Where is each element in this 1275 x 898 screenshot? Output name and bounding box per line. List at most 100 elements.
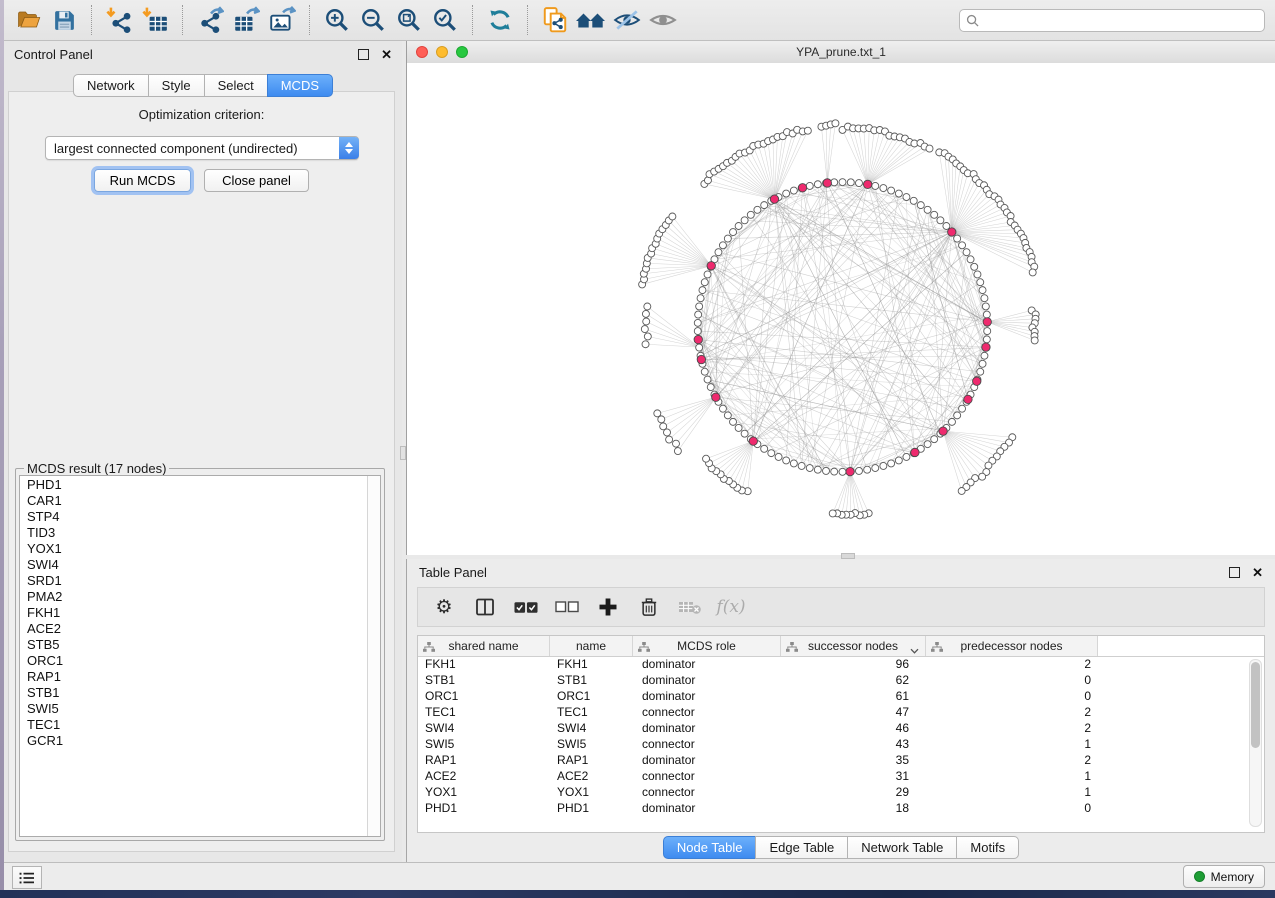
column-header-name[interactable]: name: [550, 636, 633, 656]
deselect-all-checkboxes-icon[interactable]: [555, 595, 579, 619]
mcds-result-item[interactable]: SRD1: [20, 573, 367, 589]
export-table-icon[interactable]: [228, 4, 264, 36]
table-cell: FKH1: [550, 656, 633, 672]
table-row[interactable]: ORC1ORC1dominator610: [418, 688, 1250, 704]
column-header-successor-nodes[interactable]: successor nodes: [781, 636, 926, 656]
column-header-mcds-role[interactable]: MCDS role: [633, 636, 781, 656]
table-options-gear-icon[interactable]: ⚙: [432, 595, 456, 619]
minimize-window-icon[interactable]: [436, 46, 448, 58]
zoom-out-icon[interactable]: [355, 4, 391, 36]
table-cell: 2: [926, 656, 1098, 672]
scrollbar-thumb[interactable]: [1251, 662, 1260, 748]
optimization-criterion-select[interactable]: largest connected component (undirected): [45, 136, 359, 160]
mcds-result-item[interactable]: YOX1: [20, 541, 367, 557]
mcds-result-item[interactable]: STB5: [20, 637, 367, 653]
zoom-selected-icon[interactable]: [427, 4, 463, 36]
shared-column-icon: [931, 641, 943, 655]
table-row[interactable]: RAP1RAP1dominator352: [418, 752, 1250, 768]
mcds-result-item[interactable]: PHD1: [20, 477, 367, 493]
mcds-result-item[interactable]: ACE2: [20, 621, 367, 637]
network-graph: [407, 63, 1275, 555]
table-cell: 2: [926, 720, 1098, 736]
hide-selected-icon[interactable]: [609, 4, 645, 36]
mcds-result-item[interactable]: FKH1: [20, 605, 367, 621]
table-cell: dominator: [633, 800, 781, 816]
tab-network-table[interactable]: Network Table: [847, 836, 957, 859]
tab-motifs[interactable]: Motifs: [956, 836, 1019, 859]
mcds-result-item[interactable]: STB1: [20, 685, 367, 701]
close-panel-button[interactable]: Close panel: [204, 169, 309, 192]
mcds-result-item[interactable]: ORC1: [20, 653, 367, 669]
table-cell: SWI4: [550, 720, 633, 736]
memory-button[interactable]: Memory: [1183, 865, 1265, 888]
tab-style[interactable]: Style: [148, 74, 205, 97]
maximize-window-icon[interactable]: [456, 46, 468, 58]
table-scrollbar[interactable]: [1249, 659, 1262, 827]
function-builder-icon-disabled: f(x): [719, 595, 743, 619]
table-cell: ACE2: [418, 768, 550, 784]
horizontal-splitter[interactable]: [406, 552, 1275, 559]
close-panel-icon[interactable]: ✕: [381, 48, 392, 61]
mcds-result-item[interactable]: GCR1: [20, 733, 367, 749]
open-session-icon[interactable]: [10, 4, 46, 36]
mcds-result-item[interactable]: RAP1: [20, 669, 367, 685]
network-from-selection-icon[interactable]: [537, 4, 573, 36]
mcds-result-item[interactable]: CAR1: [20, 493, 367, 509]
table-cell: YOX1: [418, 784, 550, 800]
table-row[interactable]: SWI5SWI5connector431: [418, 736, 1250, 752]
tab-mcds[interactable]: MCDS: [267, 74, 333, 97]
zoom-fit-icon[interactable]: [391, 4, 427, 36]
table-row[interactable]: TEC1TEC1connector472: [418, 704, 1250, 720]
table-row[interactable]: YOX1YOX1connector291: [418, 784, 1250, 800]
table-cell: dominator: [633, 752, 781, 768]
table-cell: FKH1: [418, 656, 550, 672]
export-network-icon[interactable]: [192, 4, 228, 36]
mcds-result-item[interactable]: TID3: [20, 525, 367, 541]
float-window-icon[interactable]: [358, 49, 369, 60]
tab-select[interactable]: Select: [204, 74, 268, 97]
tab-edge-table[interactable]: Edge Table: [755, 836, 848, 859]
run-mcds-button[interactable]: Run MCDS: [94, 169, 191, 192]
add-column-icon[interactable]: [596, 595, 620, 619]
network-window: YPA_prune.txt_1: [406, 41, 1275, 555]
table-cell: TEC1: [550, 704, 633, 720]
select-all-checkboxes-icon[interactable]: [514, 595, 538, 619]
tab-node-table[interactable]: Node Table: [663, 836, 757, 859]
mcds-result-item[interactable]: TEC1: [20, 717, 367, 733]
mcds-result-item[interactable]: SWI4: [20, 557, 367, 573]
import-network-icon[interactable]: [101, 4, 137, 36]
network-search-field[interactable]: [959, 9, 1265, 32]
column-header-predecessor-nodes[interactable]: predecessor nodes: [926, 636, 1098, 656]
mcds-result-item[interactable]: PMA2: [20, 589, 367, 605]
import-table-icon[interactable]: [137, 4, 173, 36]
float-window-icon[interactable]: [1229, 567, 1240, 578]
network-view-canvas[interactable]: [406, 63, 1275, 555]
delete-columns-trash-icon[interactable]: [637, 595, 661, 619]
table-row[interactable]: STB1STB1dominator620: [418, 672, 1250, 688]
network-window-titlebar[interactable]: YPA_prune.txt_1: [406, 41, 1275, 64]
save-session-icon[interactable]: [46, 4, 82, 36]
table-cell: YOX1: [550, 784, 633, 800]
table-cell: SWI5: [550, 736, 633, 752]
export-image-icon[interactable]: [264, 4, 300, 36]
first-neighbors-icon[interactable]: [573, 4, 609, 36]
node-table-header: shared name name MCDS role successor nod…: [418, 636, 1264, 657]
mcds-result-item[interactable]: STP4: [20, 509, 367, 525]
refresh-layout-icon[interactable]: [482, 4, 518, 36]
table-row[interactable]: PHD1PHD1dominator180: [418, 800, 1250, 816]
show-columns-icon[interactable]: [473, 595, 497, 619]
zoom-in-icon[interactable]: [319, 4, 355, 36]
column-header-shared-name[interactable]: shared name: [418, 636, 550, 656]
task-history-button[interactable]: [12, 866, 42, 889]
close-panel-icon[interactable]: ✕: [1252, 566, 1263, 579]
network-search-input[interactable]: [983, 12, 1258, 28]
table-row[interactable]: SWI4SWI4dominator462: [418, 720, 1250, 736]
show-all-icon[interactable]: [645, 4, 681, 36]
table-row[interactable]: FKH1FKH1dominator962: [418, 656, 1250, 672]
criterion-selected-value: largest connected component (undirected): [46, 141, 339, 156]
table-row[interactable]: ACE2ACE2connector311: [418, 768, 1250, 784]
tab-network[interactable]: Network: [73, 74, 149, 97]
mcds-result-item[interactable]: SWI5: [20, 701, 367, 717]
mcds-result-scrollbar[interactable]: [367, 476, 380, 836]
close-window-icon[interactable]: [416, 46, 428, 58]
